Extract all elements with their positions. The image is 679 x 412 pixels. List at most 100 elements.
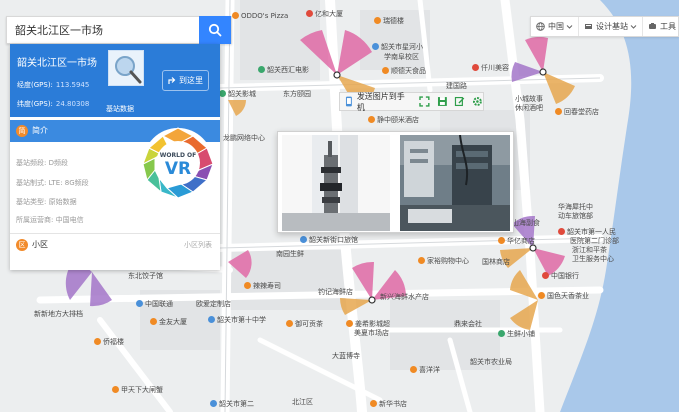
map-label[interactable]: 甲天下大闸蟹 bbox=[112, 386, 163, 395]
info-type: 基站类型: 原始数据 bbox=[16, 198, 77, 206]
latitude-row: 纬度(GPS): 24.80308 bbox=[17, 99, 89, 109]
station-photo-label: 基站数据 bbox=[106, 105, 134, 113]
map-label[interactable]: 仟川美容 bbox=[472, 64, 509, 73]
info-band: 基站频段: D频段 bbox=[16, 159, 68, 167]
map-label[interactable]: 静中颐米酒店 bbox=[368, 116, 419, 125]
map-label[interactable]: 中国联通 bbox=[136, 300, 173, 309]
map-label[interactable]: 家裕购物中心 bbox=[418, 257, 469, 266]
globe-icon bbox=[536, 22, 545, 31]
map-label[interactable]: 龙鹏网络中心 bbox=[223, 134, 265, 143]
map-label[interactable]: 学南阜校区 bbox=[384, 53, 419, 62]
map-label[interactable]: 喜洋洋 bbox=[410, 366, 440, 375]
map-label[interactable]: 辣辣寿司 bbox=[244, 282, 281, 291]
map-label[interactable]: 韶关市农业局 bbox=[470, 358, 512, 367]
map-label[interactable]: 小城故事 bbox=[515, 95, 543, 104]
map-label[interactable]: 东方颐园 bbox=[283, 90, 311, 99]
map-label[interactable]: 国色天香茶业 bbox=[538, 292, 589, 301]
map-label[interactable]: 山海副食 bbox=[512, 219, 540, 228]
station-tower-photo[interactable] bbox=[282, 135, 390, 231]
map-label[interactable]: 美夏市场店 bbox=[354, 329, 389, 338]
region-label: 中国 bbox=[548, 22, 564, 31]
map-label[interactable]: 韶关市星河小 bbox=[372, 43, 423, 52]
map-label[interactable]: 韶关新街口旅馆 bbox=[300, 236, 358, 245]
map-label[interactable]: 国林商店 bbox=[482, 258, 510, 267]
latitude-value: 24.80308 bbox=[55, 100, 90, 108]
tools-label: 工具 bbox=[660, 22, 676, 31]
map-label[interactable]: 御可贡茶 bbox=[286, 320, 323, 329]
equipment-room-photo[interactable] bbox=[400, 135, 510, 231]
map-label[interactable]: 欧爱定制店 bbox=[196, 300, 231, 309]
tools-button[interactable]: 工具 bbox=[643, 17, 679, 36]
design-station-label: 设计基站 bbox=[596, 22, 628, 31]
map-label[interactable]: 建国路 bbox=[446, 82, 467, 91]
map-label[interactable]: 回春堂药店 bbox=[555, 108, 599, 117]
intro-title: 简介 bbox=[32, 126, 48, 135]
map-toolbar: 中国 设计基站 工具 bbox=[530, 16, 679, 37]
map-label[interactable]: 韶关市第十中学 bbox=[208, 316, 266, 325]
search-icon bbox=[208, 23, 222, 37]
map-label[interactable]: 金友大厦 bbox=[150, 318, 187, 327]
map-label[interactable]: 南园生鲜 bbox=[276, 250, 304, 259]
map-label[interactable]: 钓记海鲜店 bbox=[318, 288, 353, 297]
map-label[interactable]: 顺德天食品 bbox=[382, 67, 426, 76]
map-label[interactable]: 医院第二门诊部 bbox=[570, 237, 619, 246]
map-label[interactable]: 新新地方大排档 bbox=[34, 310, 83, 319]
map-label[interactable]: 韶关西汇电影 bbox=[258, 66, 309, 75]
map-label[interactable]: ODDO's Pizza bbox=[232, 12, 288, 21]
map-label[interactable]: 中国银行 bbox=[542, 272, 579, 281]
navigate-here-label: 到这里 bbox=[179, 76, 203, 85]
map-label[interactable]: 休闲酒吧 bbox=[515, 104, 543, 113]
region-select[interactable]: 中国 bbox=[531, 17, 579, 36]
send-photo-to-phone-button[interactable]: 发送图片到手机 bbox=[340, 91, 412, 113]
map-label[interactable]: 华海犀托中 bbox=[558, 203, 593, 212]
save-icon[interactable] bbox=[437, 96, 448, 107]
map-label[interactable]: 姜希影城超 bbox=[346, 320, 390, 329]
station-photos-popup bbox=[277, 131, 514, 233]
logo-text-main: VR bbox=[165, 159, 191, 179]
card-header: 韶关北江区一市场 经度(GPS): 113.5945 纬度(GPS): 24.803… bbox=[10, 44, 220, 117]
map-label[interactable]: 韶关市第二 bbox=[210, 400, 254, 409]
magnifier-icon bbox=[115, 56, 142, 84]
navigate-here-button[interactable]: 到这里 bbox=[162, 70, 209, 91]
cell-badge: 区 bbox=[16, 239, 28, 251]
send-photo-label: 发送图片到手机 bbox=[356, 91, 405, 112]
expand-icon[interactable] bbox=[419, 96, 430, 107]
settings-gear-icon[interactable] bbox=[472, 96, 483, 107]
edit-icon[interactable] bbox=[454, 96, 465, 107]
chevron-down-icon bbox=[566, 25, 573, 29]
intro-badge: 简 bbox=[16, 125, 28, 137]
map-label[interactable]: 华亿商店 bbox=[498, 237, 535, 246]
search-input[interactable] bbox=[7, 17, 201, 43]
map-label[interactable]: 东北饺子馆 bbox=[128, 272, 163, 281]
design-station-button[interactable]: 设计基站 bbox=[579, 17, 643, 36]
cell-list-link[interactable]: 小区列表 bbox=[184, 240, 212, 250]
chevron-down-icon bbox=[630, 25, 637, 29]
cell-section-header[interactable]: 区 小区 小区列表 bbox=[10, 233, 220, 255]
route-icon bbox=[168, 77, 176, 84]
station-photo-thumbnail[interactable] bbox=[108, 50, 144, 86]
map-label[interactable]: 亿和大厦 bbox=[306, 10, 343, 19]
map-label[interactable]: 新华书店 bbox=[370, 400, 407, 409]
station-name: 韶关北江区一市场 bbox=[17, 58, 97, 69]
map-label[interactable]: 北江区 bbox=[292, 398, 313, 407]
longitude-label: 经度(GPS): bbox=[17, 81, 53, 89]
map-label[interactable]: 韶关市第一人民 bbox=[558, 228, 616, 237]
map-label[interactable]: 鼎来会社 bbox=[454, 320, 482, 329]
station-info-card: 韶关北江区一市场 经度(GPS): 113.5945 纬度(GPS): 24.803… bbox=[10, 44, 220, 270]
photo-popup-toolbar: 发送图片到手机 bbox=[339, 91, 484, 113]
map-label[interactable]: 大蓝博寺 bbox=[332, 352, 360, 361]
map-label[interactable]: 生鲜小铺 bbox=[498, 330, 535, 339]
world-of-vr-logo: WORLD OF VR bbox=[142, 127, 214, 199]
map-label[interactable]: 卫生服务中心 bbox=[572, 255, 614, 264]
longitude-value: 113.5945 bbox=[55, 81, 90, 89]
map-label[interactable]: 侨福楼 bbox=[94, 338, 124, 347]
map-label[interactable]: 新兴海鲜水产店 bbox=[380, 293, 429, 302]
search-button[interactable] bbox=[199, 16, 231, 44]
map-label[interactable]: 浙江和平茶 bbox=[572, 246, 607, 255]
latitude-label: 纬度(GPS): bbox=[17, 100, 53, 108]
phone-icon bbox=[345, 96, 352, 107]
logo-text-top: WORLD OF bbox=[160, 152, 196, 159]
map-label[interactable]: 韶关影城 bbox=[219, 90, 256, 99]
map-label[interactable]: 动车旅馆部 bbox=[558, 212, 593, 221]
map-label[interactable]: 瑞德楼 bbox=[374, 17, 404, 26]
